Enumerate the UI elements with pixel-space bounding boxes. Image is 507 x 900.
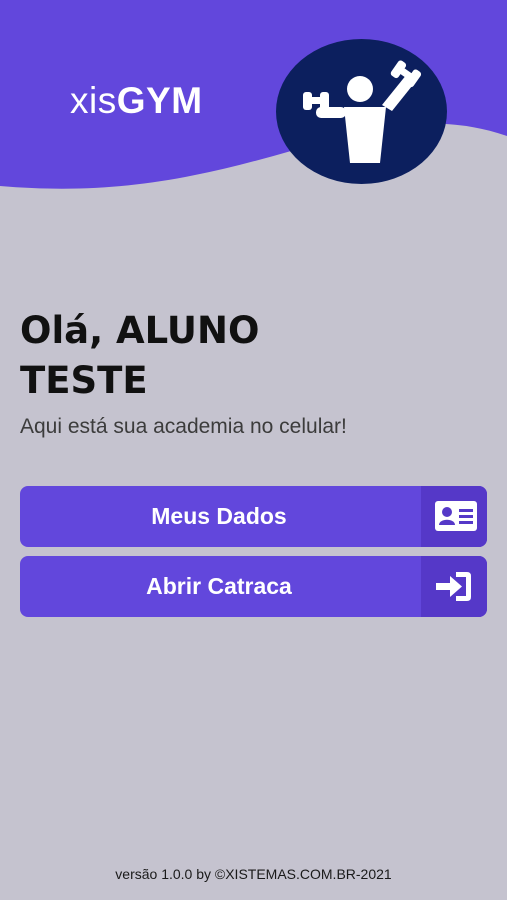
app-logo: xisGYM (70, 80, 203, 122)
greeting-subtitle: Aqui está sua academia no celular! (20, 415, 347, 438)
logo-text-light: xis (70, 80, 117, 121)
weightlifter-icon (303, 60, 422, 163)
greeting-title: Olá, ALUNO TESTE (20, 309, 260, 402)
logo-text-bold: GYM (116, 80, 203, 121)
footer-version: versão 1.0.0 by ©XISTEMAS.COM.BR-2021 (115, 866, 392, 882)
abrir-catraca-button[interactable]: Abrir Catraca (20, 556, 487, 617)
meus-dados-label: Meus Dados (151, 503, 287, 529)
abrir-catraca-label: Abrir Catraca (146, 573, 292, 599)
meus-dados-icon-box (421, 486, 487, 547)
sign-in-icon (436, 572, 471, 601)
avatar (276, 39, 447, 184)
meus-dados-button[interactable]: Meus Dados (20, 486, 487, 547)
id-card-icon (435, 501, 477, 531)
abrir-catraca-icon-box (421, 556, 487, 617)
